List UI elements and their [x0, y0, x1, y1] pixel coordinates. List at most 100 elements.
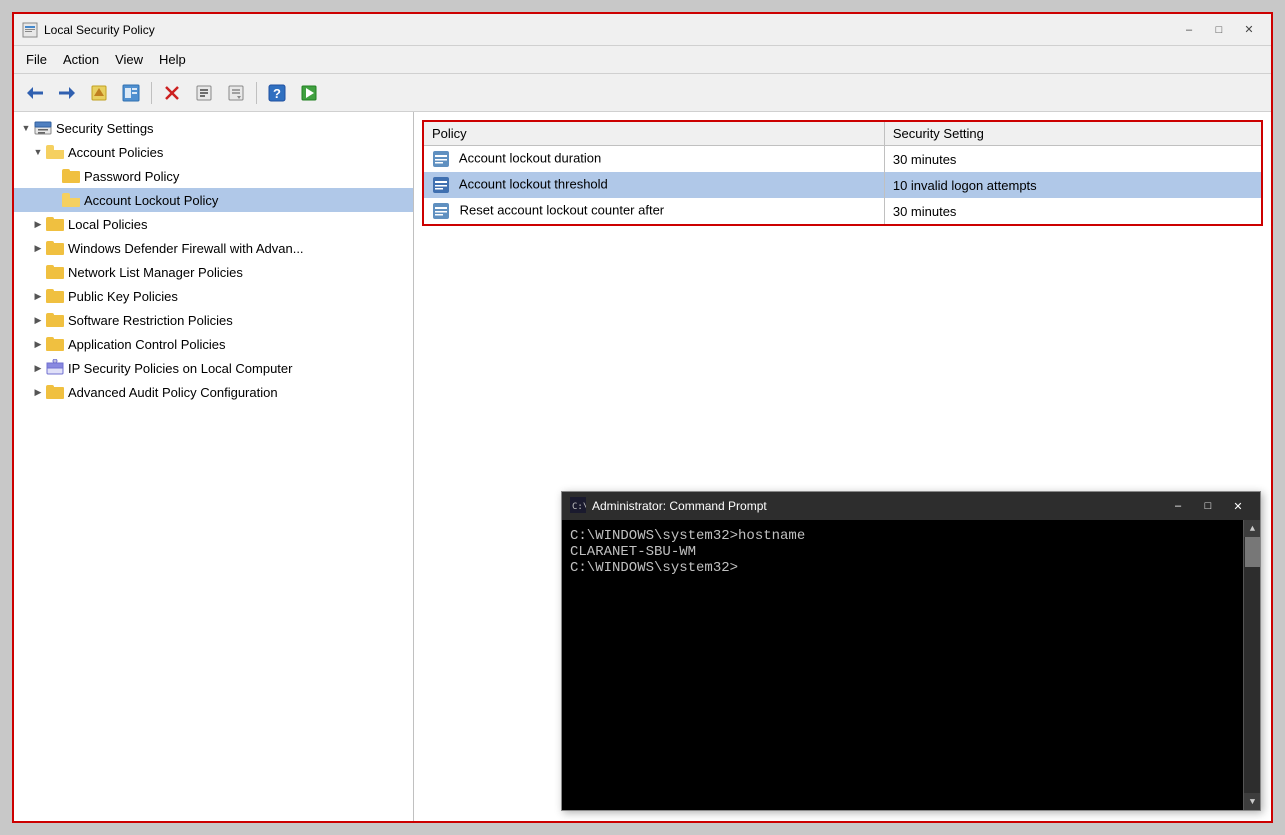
toolbar-sep-1 — [151, 82, 152, 104]
expand-account-policies[interactable]: ▼ — [30, 144, 46, 160]
tree-label-ip-security: IP Security Policies on Local Computer — [68, 361, 292, 376]
expand-advanced-audit[interactable]: ▶ — [30, 384, 46, 400]
main-content: ▼ Security Settings ▼ — [14, 112, 1271, 821]
cmd-line-2: CLARANET-SBU-WM — [570, 544, 1252, 560]
window-controls: – □ ✕ — [1175, 20, 1263, 40]
expand-software-restriction[interactable]: ▶ — [30, 312, 46, 328]
menu-view[interactable]: View — [107, 48, 151, 71]
policy-row-icon-2 — [432, 176, 450, 194]
tree-label-account-policies: Account Policies — [68, 145, 163, 160]
policy-name-cell: Account lockout duration — [424, 146, 884, 173]
security-settings-icon — [34, 119, 52, 137]
scrollbar-down[interactable]: ▼ — [1244, 793, 1260, 810]
cmd-scrollbar[interactable]: ▲ ▼ — [1243, 520, 1260, 810]
maximize-button[interactable]: □ — [1205, 20, 1233, 40]
cmd-body[interactable]: C:\WINDOWS\system32>hostname CLARANET-SB… — [562, 520, 1260, 810]
policy-table-container: Policy Security Setting — [422, 120, 1263, 226]
tree-label-security-settings: Security Settings — [56, 121, 154, 136]
cmd-maximize[interactable]: □ — [1194, 496, 1222, 516]
delete-button[interactable] — [157, 79, 187, 107]
application-control-icon — [46, 335, 64, 353]
policy-name-2: Account lockout threshold — [459, 176, 608, 191]
cmd-controls: – □ ✕ — [1164, 496, 1252, 516]
tree-item-password-policy[interactable]: ▶ Password Policy — [14, 164, 413, 188]
col-policy-header: Policy — [424, 122, 884, 146]
windows-defender-icon — [46, 239, 64, 257]
menu-file[interactable]: File — [18, 48, 55, 71]
tree-item-account-lockout[interactable]: ▶ Account Lockout Policy — [14, 188, 413, 212]
tree-label-software-restriction: Software Restriction Policies — [68, 313, 233, 328]
tree-label-advanced-audit: Advanced Audit Policy Configuration — [68, 385, 278, 400]
expand-public-key[interactable]: ▶ — [30, 288, 46, 304]
local-policies-icon — [46, 215, 64, 233]
menu-help[interactable]: Help — [151, 48, 194, 71]
policy-name-1: Account lockout duration — [459, 150, 601, 165]
tree-item-network-list[interactable]: ▶ Network List Manager Policies — [14, 260, 413, 284]
cmd-line-1: C:\WINDOWS\system32>hostname — [570, 528, 1252, 544]
minimize-button[interactable]: – — [1175, 20, 1203, 40]
network-list-icon — [46, 263, 64, 281]
menu-action[interactable]: Action — [55, 48, 107, 71]
tree-item-advanced-audit[interactable]: ▶ Advanced Audit Policy Configuration — [14, 380, 413, 404]
tree-item-local-policies[interactable]: ▶ Local Policies — [14, 212, 413, 236]
expand-application-control[interactable]: ▶ — [30, 336, 46, 352]
cmd-icon: C:\ — [570, 497, 586, 516]
menu-bar: File Action View Help — [14, 46, 1271, 74]
cmd-minimize[interactable]: – — [1164, 496, 1192, 516]
svg-text:?: ? — [273, 86, 281, 101]
ip-security-icon — [46, 359, 64, 377]
show-hide-button[interactable] — [116, 79, 146, 107]
expand-ip-security[interactable]: ▶ — [30, 360, 46, 376]
close-button[interactable]: ✕ — [1235, 20, 1263, 40]
expand-local-policies[interactable]: ▶ — [30, 216, 46, 232]
scrollbar-up[interactable]: ▲ — [1244, 520, 1260, 537]
import-button[interactable] — [221, 79, 251, 107]
tree-item-account-policies[interactable]: ▼ Account Policies — [14, 140, 413, 164]
policy-name-cell: Account lockout threshold — [424, 172, 884, 198]
right-panel: Policy Security Setting — [414, 112, 1271, 821]
toolbar: ? — [14, 74, 1271, 112]
scrollbar-thumb[interactable] — [1245, 537, 1260, 567]
expand-security[interactable]: ▼ — [18, 120, 34, 136]
tree-item-application-control[interactable]: ▶ Application Control Policies — [14, 332, 413, 356]
policy-row-icon-1 — [432, 150, 450, 168]
expand-windows-defender[interactable]: ▶ — [30, 240, 46, 256]
tree-item-software-restriction[interactable]: ▶ Software Restriction Policies — [14, 308, 413, 332]
cmd-line-4: C:\WINDOWS\system32> — [570, 560, 1252, 576]
advanced-audit-icon — [46, 383, 64, 401]
up-button[interactable] — [84, 79, 114, 107]
tree-item-windows-defender[interactable]: ▶ Windows Defender Firewall with Advan..… — [14, 236, 413, 260]
forward-button[interactable] — [52, 79, 82, 107]
table-header-row: Policy Security Setting — [424, 122, 1261, 146]
policy-setting-1: 30 minutes — [884, 146, 1261, 173]
cmd-close[interactable]: ✕ — [1224, 496, 1252, 516]
tree-item-public-key[interactable]: ▶ Public Key Policies — [14, 284, 413, 308]
password-policy-icon — [62, 167, 80, 185]
run-button[interactable] — [294, 79, 324, 107]
tree-label-password-policy: Password Policy — [84, 169, 179, 184]
public-key-icon — [46, 287, 64, 305]
table-row[interactable]: Account lockout duration 30 minutes — [424, 146, 1261, 173]
policy-table: Policy Security Setting — [424, 122, 1261, 224]
tree-label-network-list: Network List Manager Policies — [68, 265, 243, 280]
tree-label-local-policies: Local Policies — [68, 217, 148, 232]
policy-setting-2: 10 invalid logon attempts — [884, 172, 1261, 198]
col-security-header: Security Setting — [884, 122, 1261, 146]
tree-item-ip-security[interactable]: ▶ IP Security Policies on Local Computer — [14, 356, 413, 380]
cmd-title: Administrator: Command Prompt — [592, 499, 1164, 513]
help-button[interactable]: ? — [262, 79, 292, 107]
window-title: Local Security Policy — [44, 23, 1175, 37]
account-policies-icon — [46, 143, 64, 161]
title-bar: Local Security Policy – □ ✕ — [14, 14, 1271, 46]
tree-label-account-lockout: Account Lockout Policy — [84, 193, 218, 208]
table-row[interactable]: Account lockout threshold 10 invalid log… — [424, 172, 1261, 198]
tree-view: ▼ Security Settings ▼ — [14, 112, 413, 408]
table-row[interactable]: Reset account lockout counter after 30 m… — [424, 198, 1261, 224]
tree-label-public-key: Public Key Policies — [68, 289, 178, 304]
tree-item-security-settings[interactable]: ▼ Security Settings — [14, 116, 413, 140]
policy-setting-3: 30 minutes — [884, 198, 1261, 224]
back-button[interactable] — [20, 79, 50, 107]
tree-label-application-control: Application Control Policies — [68, 337, 226, 352]
export-button[interactable] — [189, 79, 219, 107]
tree-label-windows-defender: Windows Defender Firewall with Advan... — [68, 241, 304, 256]
